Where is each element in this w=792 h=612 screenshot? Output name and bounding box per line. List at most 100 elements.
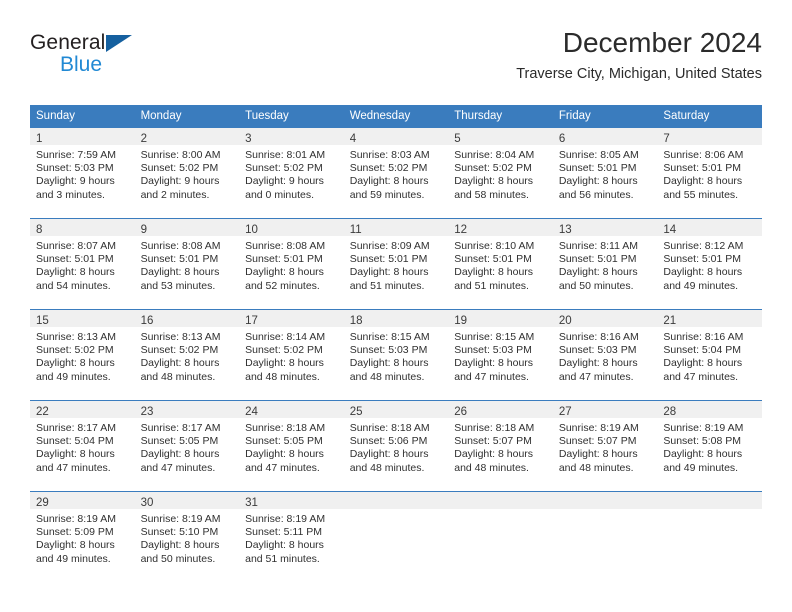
day-number: 14: [663, 224, 677, 236]
daylight-text-line2: and 51 minutes.: [349, 279, 425, 292]
day-number: 17: [245, 315, 258, 327]
calendar-day-cell[interactable]: 31 Sunrise: 8:19 AM Sunset: 5:11 PM Dayligh…: [239, 491, 344, 582]
calendar-day-cell[interactable]: 20 Sunrise: 8:16 AM Sunset: 5:03 PM Dayligh…: [552, 309, 658, 401]
page-title: December 2024: [562, 27, 762, 58]
calendar-day-cell[interactable]: 25 Sunrise: 8:18 AM Sunset: 5:06 PM Dayligh…: [343, 400, 449, 492]
calendar-day-cell[interactable]: 11 Sunrise: 8:09 AM Sunset: 5:01 PM Dayligh…: [343, 218, 449, 310]
daylight-text-line1: Daylight: 8 hours: [36, 539, 115, 552]
daylight-text-line2: and 52 minutes.: [245, 279, 320, 292]
day-number-band: 7: [657, 128, 762, 145]
brand-name-blue: Blue: [60, 53, 103, 76]
day-number-band: 13: [552, 219, 658, 236]
daylight-text-line1: Daylight: 8 hours: [349, 266, 429, 279]
day-detail-block: Sunrise: 8:03 AM Sunset: 5:02 PM Daylight:…: [344, 145, 449, 202]
sunrise-text: Sunrise: 8:12 AM: [663, 240, 744, 252]
calendar-day-cell[interactable]: 9 Sunrise: 8:08 AM Sunset: 5:01 PM Daylight…: [134, 218, 240, 310]
weekday-header-saturday: Saturday: [657, 105, 762, 128]
calendar-day-cell[interactable]: 6 Sunrise: 8:05 AM Sunset: 5:01 PM Daylight…: [552, 127, 658, 219]
sunset-text: Sunset: 5:02 PM: [140, 344, 219, 357]
day-number: 9: [140, 224, 147, 236]
daylight-text-line2: and 48 minutes.: [245, 370, 320, 383]
calendar-day-cell[interactable]: 13 Sunrise: 8:11 AM Sunset: 5:01 PM Dayligh…: [552, 218, 658, 310]
sunrise-text: Sunrise: 8:11 AM: [558, 240, 638, 252]
calendar-day-cell[interactable]: 18 Sunrise: 8:15 AM Sunset: 5:03 PM Dayligh…: [343, 309, 449, 401]
daylight-text-line2: and 50 minutes.: [558, 279, 634, 292]
calendar-day-cell[interactable]: 7 Sunrise: 8:06 AM Sunset: 5:01 PM Daylight…: [657, 127, 762, 219]
sunset-text: Sunset: 5:05 PM: [245, 435, 323, 448]
day-number: 29: [36, 497, 49, 509]
calendar-day-cell[interactable]: 17 Sunrise: 8:14 AM Sunset: 5:02 PM Dayligh…: [239, 309, 344, 401]
day-detail-block: Sunrise: 8:18 AM Sunset: 5:07 PM Daylight:…: [448, 418, 553, 475]
daylight-text-line1: Daylight: 8 hours: [558, 448, 638, 461]
day-number-band: 23: [134, 401, 240, 418]
sunset-text: Sunset: 5:01 PM: [140, 253, 219, 266]
day-number-band: 5: [448, 128, 553, 145]
day-number: 22: [36, 406, 49, 418]
day-number-band: [343, 492, 449, 509]
calendar-day-cell[interactable]: 5 Sunrise: 8:04 AM Sunset: 5:02 PM Daylight…: [448, 127, 553, 219]
brand-name-general: General: [30, 31, 106, 54]
sunrise-text: Sunrise: 8:18 AM: [245, 422, 326, 434]
calendar-day-cell[interactable]: 24 Sunrise: 8:18 AM Sunset: 5:05 PM Dayligh…: [239, 400, 344, 492]
sunset-text: Sunset: 5:07 PM: [454, 435, 532, 448]
day-number-band: 29: [30, 492, 135, 509]
calendar-day-cell[interactable]: 10 Sunrise: 8:08 AM Sunset: 5:01 PM Dayligh…: [239, 218, 344, 310]
sunrise-text: Sunrise: 8:15 AM: [454, 331, 535, 343]
calendar-day-cell[interactable]: 27 Sunrise: 8:19 AM Sunset: 5:07 PM Dayligh…: [552, 400, 658, 492]
calendar-day-cell[interactable]: 22 Sunrise: 8:17 AM Sunset: 5:04 PM Dayligh…: [30, 400, 135, 492]
day-number-band: 25: [343, 401, 449, 418]
sunset-text: Sunset: 5:01 PM: [558, 162, 637, 175]
daylight-text-line1: Daylight: 8 hours: [663, 448, 743, 461]
daylight-text-line1: Daylight: 9 hours: [36, 175, 115, 188]
day-detail-block: Sunrise: 8:14 AM Sunset: 5:02 PM Daylight:…: [239, 327, 344, 384]
calendar-week-row: 15 Sunrise: 8:13 AM Sunset: 5:02 PM Dayligh…: [30, 309, 762, 401]
daylight-text-line2: and 48 minutes.: [140, 370, 216, 383]
weekday-header-friday: Friday: [552, 105, 658, 128]
day-detail-block: Sunrise: 8:08 AM Sunset: 5:01 PM Daylight:…: [135, 236, 240, 293]
daylight-text-line2: and 47 minutes.: [663, 370, 739, 383]
calendar-day-cell[interactable]: 30 Sunrise: 8:19 AM Sunset: 5:10 PM Dayligh…: [134, 491, 240, 582]
calendar-day-cell[interactable]: 14 Sunrise: 8:12 AM Sunset: 5:01 PM Dayligh…: [657, 218, 762, 310]
day-detail-block: Sunrise: 8:16 AM Sunset: 5:03 PM Daylight:…: [553, 327, 658, 384]
calendar-day-cell[interactable]: 28 Sunrise: 8:19 AM Sunset: 5:08 PM Dayligh…: [657, 400, 762, 492]
day-detail-block: Sunrise: 8:11 AM Sunset: 5:01 PM Daylight:…: [553, 236, 658, 293]
day-detail-block: Sunrise: 7:59 AM Sunset: 5:03 PM Daylight:…: [30, 145, 135, 202]
day-number: 1: [36, 133, 43, 145]
brand-logo[interactable]: General Blue: [30, 32, 250, 88]
calendar-day-cell[interactable]: 4 Sunrise: 8:03 AM Sunset: 5:02 PM Daylight…: [343, 127, 449, 219]
daylight-text-line2: and 59 minutes.: [349, 188, 425, 201]
sunset-text: Sunset: 5:03 PM: [349, 344, 428, 357]
calendar-day-cell[interactable]: 19 Sunrise: 8:15 AM Sunset: 5:03 PM Dayligh…: [448, 309, 553, 401]
calendar-day-cell[interactable]: 16 Sunrise: 8:13 AM Sunset: 5:02 PM Dayligh…: [134, 309, 240, 401]
calendar-day-cell[interactable]: 1 Sunrise: 7:59 AM Sunset: 5:03 PM Daylight…: [30, 127, 135, 219]
sunrise-text: Sunrise: 8:18 AM: [349, 422, 430, 434]
calendar-day-cell[interactable]: 26 Sunrise: 8:18 AM Sunset: 5:07 PM Dayligh…: [448, 400, 553, 492]
calendar-day-cell[interactable]: 3 Sunrise: 8:01 AM Sunset: 5:02 PM Daylight…: [239, 127, 344, 219]
day-number-band: [657, 492, 762, 509]
sunrise-text: Sunrise: 8:04 AM: [454, 149, 535, 161]
day-number-band: 27: [552, 401, 658, 418]
calendar-day-cell[interactable]: 8 Sunrise: 8:07 AM Sunset: 5:01 PM Daylight…: [30, 218, 135, 310]
day-number-band: 8: [30, 219, 135, 236]
daylight-text-line2: and 54 minutes.: [36, 279, 111, 292]
day-detail-block: Sunrise: 8:01 AM Sunset: 5:02 PM Daylight:…: [239, 145, 344, 202]
sunrise-text: Sunrise: 8:19 AM: [663, 422, 744, 434]
daylight-text-line1: Daylight: 8 hours: [349, 175, 429, 188]
daylight-text-line1: Daylight: 8 hours: [245, 448, 324, 461]
title-block: December 2024 Traverse City, Michigan, U…: [516, 26, 762, 84]
calendar-day-cell[interactable]: 2 Sunrise: 8:00 AM Sunset: 5:02 PM Daylight…: [134, 127, 240, 219]
sunrise-text: Sunrise: 8:14 AM: [245, 331, 326, 343]
calendar-day-cell[interactable]: 29 Sunrise: 8:19 AM Sunset: 5:09 PM Dayligh…: [30, 491, 135, 582]
day-number-band: 24: [239, 401, 344, 418]
sunset-text: Sunset: 5:11 PM: [245, 526, 322, 539]
daylight-text-line1: Daylight: 8 hours: [36, 448, 115, 461]
calendar-day-cell[interactable]: 15 Sunrise: 8:13 AM Sunset: 5:02 PM Dayligh…: [30, 309, 135, 401]
sunset-text: Sunset: 5:01 PM: [663, 253, 742, 266]
day-number: 6: [558, 133, 566, 145]
day-number: 4: [349, 133, 357, 145]
calendar-day-cell[interactable]: 12 Sunrise: 8:10 AM Sunset: 5:01 PM Dayligh…: [448, 218, 553, 310]
calendar-day-cell[interactable]: 23 Sunrise: 8:17 AM Sunset: 5:05 PM Dayligh…: [134, 400, 240, 492]
daylight-text-line1: Daylight: 8 hours: [558, 266, 638, 279]
calendar-day-cell[interactable]: 21 Sunrise: 8:16 AM Sunset: 5:04 PM Dayligh…: [657, 309, 762, 401]
sunrise-text: Sunrise: 8:16 AM: [558, 331, 639, 343]
